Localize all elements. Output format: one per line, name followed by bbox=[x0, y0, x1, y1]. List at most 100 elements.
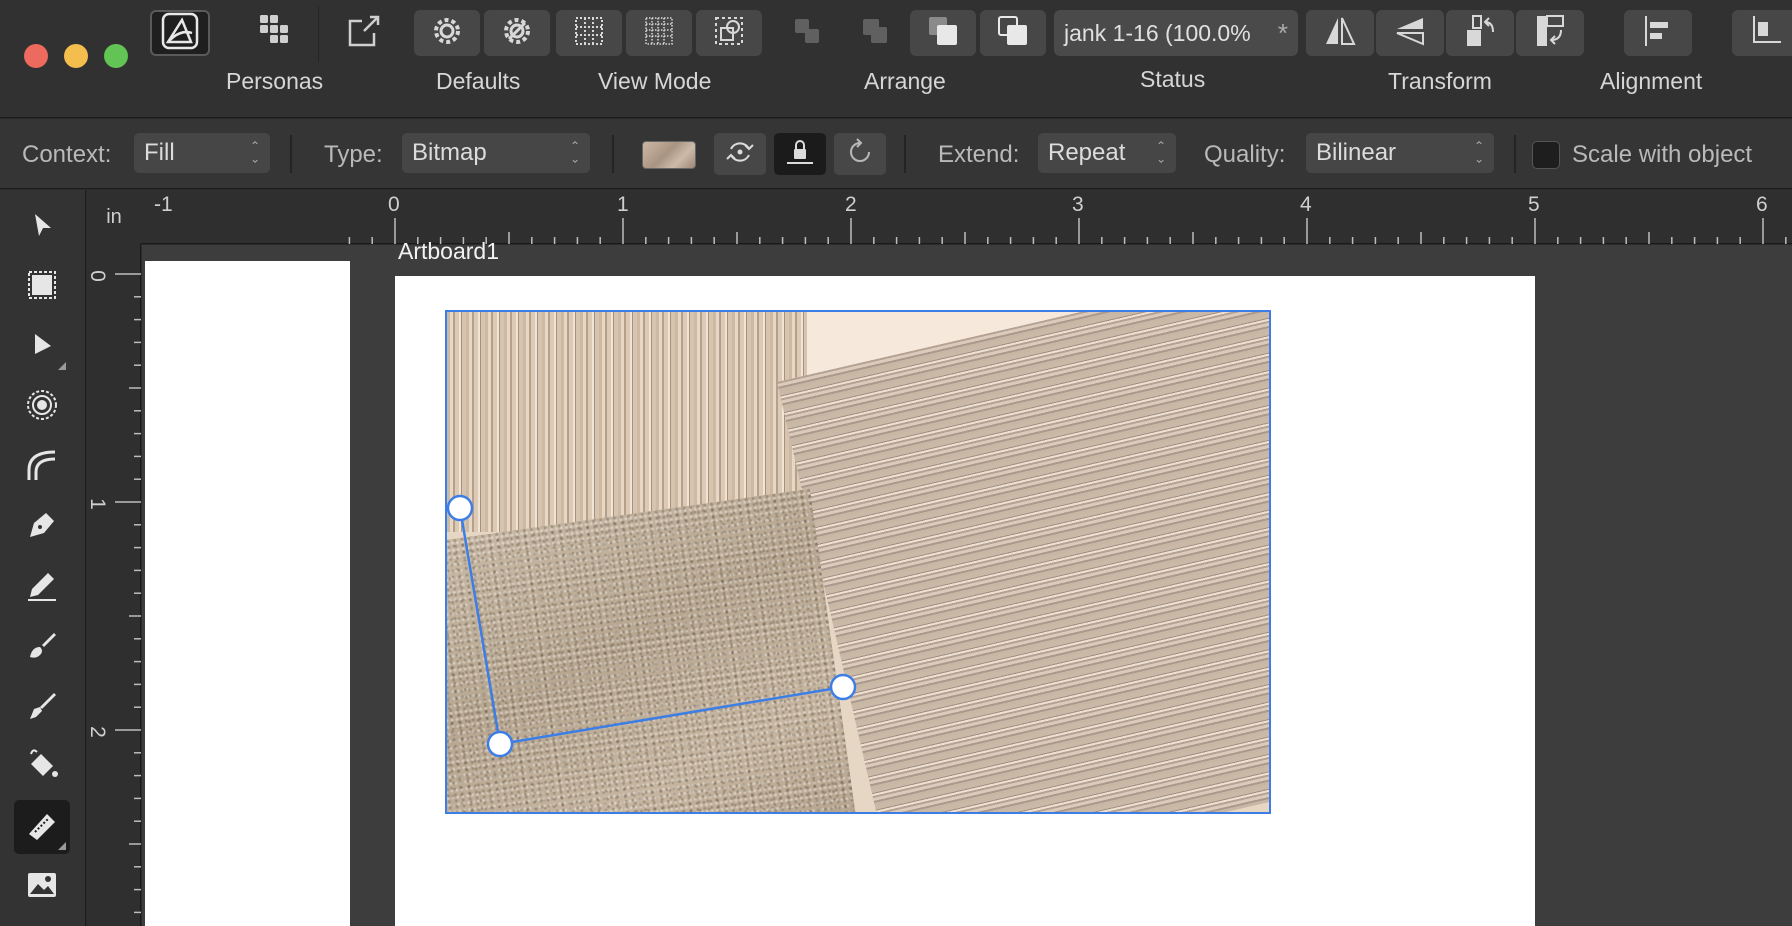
gear-slash-icon bbox=[499, 13, 535, 54]
export-persona-icon bbox=[344, 11, 384, 56]
move-forward-one-icon bbox=[925, 13, 961, 54]
corner-curve-icon bbox=[25, 448, 59, 487]
move-to-front-button[interactable] bbox=[980, 10, 1046, 56]
paint-brush-icon bbox=[26, 689, 58, 726]
pixel-view-button[interactable] bbox=[556, 10, 622, 56]
rotate-right-button[interactable] bbox=[1516, 10, 1584, 56]
pixel-persona-button[interactable] bbox=[244, 10, 304, 56]
rotate-icon bbox=[845, 137, 875, 172]
move-to-back-button[interactable] bbox=[774, 10, 840, 56]
corner-tool[interactable] bbox=[14, 440, 70, 494]
designer-persona-icon bbox=[160, 11, 200, 56]
retina-view-button[interactable] bbox=[626, 10, 692, 56]
pen-nib-icon bbox=[26, 509, 58, 546]
lock-aspect-button[interactable] bbox=[774, 133, 826, 175]
bitmap-swatch[interactable] bbox=[642, 141, 696, 169]
context-separator bbox=[612, 135, 614, 173]
swap-icon bbox=[725, 137, 755, 172]
quality-select[interactable]: Bilinear ⌃ ⌃ bbox=[1306, 133, 1494, 173]
ruler-v-label: 1 bbox=[85, 498, 109, 510]
document-status-field[interactable]: jank 1-16 (100.0% * bbox=[1054, 10, 1298, 56]
move-to-back-icon bbox=[789, 13, 825, 54]
rotate-fill-button[interactable] bbox=[834, 133, 886, 175]
status-label: Status bbox=[1140, 66, 1206, 92]
revert-defaults-button[interactable] bbox=[484, 10, 550, 56]
vertical-ruler-ticks bbox=[115, 273, 141, 914]
reverse-fill-button[interactable] bbox=[714, 133, 766, 175]
ruler-unit[interactable]: in bbox=[87, 190, 141, 244]
arrange-label: Arrange bbox=[864, 68, 946, 94]
bitmap-region-sand bbox=[447, 488, 860, 812]
pixel-persona-icon bbox=[254, 11, 294, 56]
designer-persona-button[interactable] bbox=[150, 10, 210, 56]
transparency-tool[interactable] bbox=[14, 800, 70, 854]
extend-value: Repeat bbox=[1048, 139, 1126, 166]
move-forward-one-button[interactable] bbox=[910, 10, 976, 56]
type-label: Type: bbox=[324, 141, 383, 168]
arrow-pointer-icon bbox=[27, 210, 57, 245]
context-separator bbox=[290, 135, 292, 173]
lock-icon bbox=[785, 137, 815, 172]
context-value: Fill bbox=[144, 139, 175, 166]
ruler-v-label: 2 bbox=[85, 726, 109, 738]
extend-select[interactable]: Repeat ⌃ ⌃ bbox=[1038, 133, 1176, 173]
adjacent-artboard[interactable] bbox=[145, 261, 350, 926]
document-status-text: jank 1-16 (100.0% bbox=[1064, 19, 1251, 46]
image-icon bbox=[25, 868, 59, 907]
tools-panel bbox=[0, 190, 86, 926]
vertical-ruler[interactable] bbox=[87, 244, 141, 926]
pencil-tool[interactable] bbox=[14, 560, 70, 614]
node-arrow-icon bbox=[27, 330, 57, 365]
outline-shapes-icon bbox=[712, 14, 746, 53]
paint-bucket-icon bbox=[25, 748, 59, 787]
move-back-one-button[interactable] bbox=[842, 10, 908, 56]
minimize-window-button[interactable] bbox=[64, 44, 88, 68]
pen-tool[interactable] bbox=[14, 500, 70, 554]
artboard-title[interactable]: Artboard1 bbox=[398, 238, 499, 265]
bitmap-region-horizontal-stripes bbox=[777, 312, 1269, 812]
extend-label: Extend: bbox=[938, 141, 1020, 168]
artboard-icon bbox=[26, 269, 58, 306]
ruler-h-label: 4 bbox=[1300, 193, 1312, 216]
move-tool[interactable] bbox=[14, 200, 70, 254]
context-toolbar: Context: Fill ⌃ ⌃ Type: Bitmap ⌃ ⌃ Extend:… bbox=[0, 119, 1792, 189]
ruler-h-label: -1 bbox=[154, 193, 173, 216]
rotate-left-icon bbox=[1461, 12, 1499, 55]
ruler-h-label: 2 bbox=[845, 193, 857, 216]
pixel-grid-icon bbox=[572, 14, 606, 53]
align-left-button[interactable] bbox=[1624, 10, 1692, 56]
synchronize-defaults-button[interactable] bbox=[414, 10, 480, 56]
fill-brush-tool[interactable] bbox=[14, 680, 70, 734]
ruler-h-label: 1 bbox=[617, 193, 629, 216]
bitmap-fill-shape[interactable] bbox=[445, 310, 1271, 814]
contour-tool[interactable] bbox=[14, 380, 70, 434]
distribute-button[interactable] bbox=[1732, 10, 1792, 56]
context-select[interactable]: Fill ⌃ ⌃ bbox=[134, 133, 270, 173]
node-tool[interactable] bbox=[14, 320, 70, 374]
close-window-button[interactable] bbox=[24, 44, 48, 68]
ruler-h-label: 0 bbox=[388, 193, 400, 216]
scale-with-object-checkbox[interactable] bbox=[1532, 141, 1560, 169]
chevron-updown-icon: ⌃ ⌃ bbox=[1155, 139, 1166, 165]
chevron-updown-icon: ⌃ ⌃ bbox=[569, 139, 580, 165]
artboard-tool[interactable] bbox=[14, 260, 70, 314]
view-mode-label: View Mode bbox=[598, 68, 712, 94]
flip-vertical-button[interactable] bbox=[1376, 10, 1444, 56]
chevron-updown-icon: ⌃ ⌃ bbox=[1473, 139, 1484, 165]
outline-view-button[interactable] bbox=[696, 10, 762, 56]
ruler-h-label: 6 bbox=[1756, 193, 1768, 216]
fill-type-select[interactable]: Bitmap ⌃ ⌃ bbox=[402, 133, 590, 173]
contour-icon bbox=[25, 388, 59, 427]
vector-brush-tool[interactable] bbox=[14, 620, 70, 674]
scale-with-object-label: Scale with object bbox=[1572, 141, 1753, 168]
move-back-one-icon bbox=[857, 13, 893, 54]
zoom-window-button[interactable] bbox=[104, 44, 128, 68]
align-left-icon bbox=[1639, 12, 1677, 55]
retina-grid-icon bbox=[642, 14, 676, 53]
flip-horizontal-button[interactable] bbox=[1306, 10, 1374, 56]
place-image-tool[interactable] bbox=[14, 860, 70, 914]
unsaved-indicator: * bbox=[1277, 17, 1288, 48]
fill-tool[interactable] bbox=[14, 740, 70, 794]
export-persona-button[interactable] bbox=[334, 10, 394, 56]
rotate-left-button[interactable] bbox=[1446, 10, 1514, 56]
